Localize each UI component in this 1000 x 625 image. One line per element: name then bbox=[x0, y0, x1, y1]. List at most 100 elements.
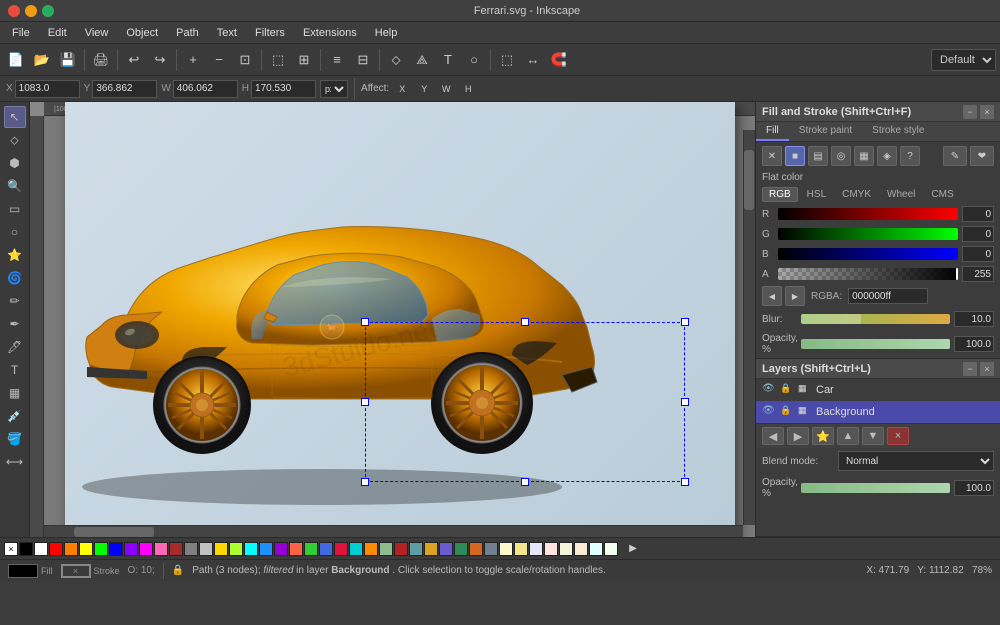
layer-move-up-btn[interactable]: ▶ bbox=[787, 427, 809, 445]
handle-mr[interactable] bbox=[681, 398, 689, 406]
swatch-6[interactable] bbox=[109, 542, 123, 556]
menu-help[interactable]: Help bbox=[367, 25, 406, 41]
select-all-btn[interactable]: ⬚ bbox=[495, 48, 519, 72]
paint-tool[interactable]: 🪣 bbox=[4, 428, 26, 450]
gradient-tool[interactable]: ▦ bbox=[4, 382, 26, 404]
opacity-track[interactable] bbox=[801, 339, 950, 349]
affect-w-btn[interactable]: W bbox=[437, 80, 455, 98]
menu-object[interactable]: Object bbox=[118, 25, 166, 41]
layer-move-down-btn[interactable]: ◀ bbox=[762, 427, 784, 445]
close-button[interactable] bbox=[8, 5, 20, 17]
blur-track[interactable] bbox=[801, 314, 950, 324]
g-value-input[interactable] bbox=[962, 226, 994, 242]
swatch-33[interactable] bbox=[514, 542, 528, 556]
a-track[interactable] bbox=[778, 268, 958, 280]
handle-br[interactable] bbox=[681, 478, 689, 486]
menu-edit[interactable]: Edit bbox=[40, 25, 75, 41]
handle-bm[interactable] bbox=[521, 478, 529, 486]
blur-value-input[interactable] bbox=[954, 311, 994, 327]
distribute-button[interactable]: ⊟ bbox=[351, 48, 375, 72]
layer-opacity-track[interactable] bbox=[801, 483, 950, 493]
layers-minimize-btn[interactable]: − bbox=[963, 362, 977, 376]
zoom-in-button[interactable]: + bbox=[181, 48, 205, 72]
panel-minimize-btn[interactable]: − bbox=[963, 105, 977, 119]
star-tool[interactable]: ⭐ bbox=[4, 244, 26, 266]
swatch-18[interactable] bbox=[289, 542, 303, 556]
connector-tool[interactable]: ⟷ bbox=[4, 451, 26, 473]
car-lock-icon[interactable]: 🔒 bbox=[780, 383, 794, 397]
swatch-36[interactable] bbox=[559, 542, 573, 556]
dropper-tool[interactable]: 💉 bbox=[4, 405, 26, 427]
undo-button[interactable]: ↩ bbox=[122, 48, 146, 72]
x-input[interactable] bbox=[15, 80, 80, 98]
redo-button[interactable]: ↪ bbox=[148, 48, 172, 72]
layers-close-btn[interactable]: × bbox=[980, 362, 994, 376]
layer-row-background[interactable]: 👁 🔒 ▦ Background bbox=[756, 401, 1000, 423]
new-button[interactable]: 📄 bbox=[4, 48, 28, 72]
swatch-9[interactable] bbox=[154, 542, 168, 556]
flat-color-btn[interactable]: ■ bbox=[785, 146, 805, 166]
swatch-13[interactable] bbox=[214, 542, 228, 556]
tab-fill[interactable]: Fill bbox=[756, 122, 789, 141]
swatch-7[interactable] bbox=[124, 542, 138, 556]
vscroll-thumb[interactable] bbox=[744, 150, 754, 210]
swatch-19[interactable] bbox=[304, 542, 318, 556]
edit-on-canvas-btn[interactable]: ✎ bbox=[943, 146, 967, 166]
r-track[interactable] bbox=[778, 208, 958, 220]
linear-grad-btn[interactable]: ▤ bbox=[808, 146, 828, 166]
menu-extensions[interactable]: Extensions bbox=[295, 25, 365, 41]
y-input[interactable] bbox=[92, 80, 157, 98]
swatch-32[interactable] bbox=[499, 542, 513, 556]
cm-tab-rgb[interactable]: RGB bbox=[762, 187, 798, 202]
pattern-btn[interactable]: ▦ bbox=[854, 146, 874, 166]
swatch-22[interactable] bbox=[349, 542, 363, 556]
affect-y-btn[interactable]: Y bbox=[415, 80, 433, 98]
tab-stroke-paint[interactable]: Stroke paint bbox=[789, 122, 862, 141]
snap-btn[interactable]: 🧲 bbox=[547, 48, 571, 72]
window-controls[interactable] bbox=[8, 5, 54, 17]
prev-color-btn[interactable]: ◀ bbox=[762, 286, 782, 306]
bg-lock-icon[interactable]: 🔒 bbox=[780, 405, 794, 419]
swatch-30[interactable] bbox=[469, 542, 483, 556]
swatch-26[interactable] bbox=[409, 542, 423, 556]
r-value-input[interactable] bbox=[962, 206, 994, 222]
swatch-37[interactable] bbox=[574, 542, 588, 556]
swatch-20[interactable] bbox=[319, 542, 333, 556]
calligraphy-tool[interactable]: 🖊 bbox=[4, 336, 26, 358]
swatch-27[interactable] bbox=[424, 542, 438, 556]
swatch-15[interactable] bbox=[244, 542, 258, 556]
affect-x-btn[interactable]: X bbox=[393, 80, 411, 98]
print-button[interactable]: 🖨 bbox=[89, 48, 113, 72]
menu-path[interactable]: Path bbox=[168, 25, 207, 41]
swatch-8[interactable] bbox=[139, 542, 153, 556]
layer-delete-btn[interactable]: × bbox=[887, 427, 909, 445]
menu-filters[interactable]: Filters bbox=[247, 25, 293, 41]
h-input[interactable] bbox=[251, 80, 316, 98]
layer-row-car[interactable]: 👁 🔒 ▦ Car bbox=[756, 379, 1000, 401]
layer-opacity-input[interactable] bbox=[954, 480, 994, 496]
blend-mode-select[interactable]: Normal Multiply Screen Overlay bbox=[838, 451, 994, 471]
swatch-29[interactable] bbox=[454, 542, 468, 556]
handle-tl[interactable] bbox=[361, 318, 369, 326]
cm-tab-hsl[interactable]: HSL bbox=[800, 187, 833, 202]
align-button[interactable]: ≡ bbox=[325, 48, 349, 72]
transform-btn[interactable]: ↔ bbox=[521, 48, 545, 72]
radial-grad-btn[interactable]: ◎ bbox=[831, 146, 851, 166]
canvas-hscrollbar[interactable] bbox=[44, 525, 743, 537]
swatch-11[interactable] bbox=[184, 542, 198, 556]
swatch-39[interactable] bbox=[604, 542, 618, 556]
hscroll-thumb[interactable] bbox=[74, 527, 154, 537]
swatch-35[interactable] bbox=[544, 542, 558, 556]
no-paint-btn[interactable]: ✕ bbox=[762, 146, 782, 166]
cm-tab-wheel[interactable]: Wheel bbox=[880, 187, 922, 202]
swatch-21[interactable] bbox=[334, 542, 348, 556]
swatch-1[interactable] bbox=[34, 542, 48, 556]
path-button[interactable]: ⟁ bbox=[410, 48, 434, 72]
swatch-38[interactable] bbox=[589, 542, 603, 556]
zoom-out-button[interactable]: − bbox=[207, 48, 231, 72]
circle-tool[interactable]: ○ bbox=[4, 221, 26, 243]
shape-button[interactable]: ○ bbox=[462, 48, 486, 72]
node-button[interactable]: ⬦ bbox=[384, 48, 408, 72]
layer-up-btn[interactable]: ▲ bbox=[837, 427, 859, 445]
swatch-0[interactable] bbox=[19, 542, 33, 556]
